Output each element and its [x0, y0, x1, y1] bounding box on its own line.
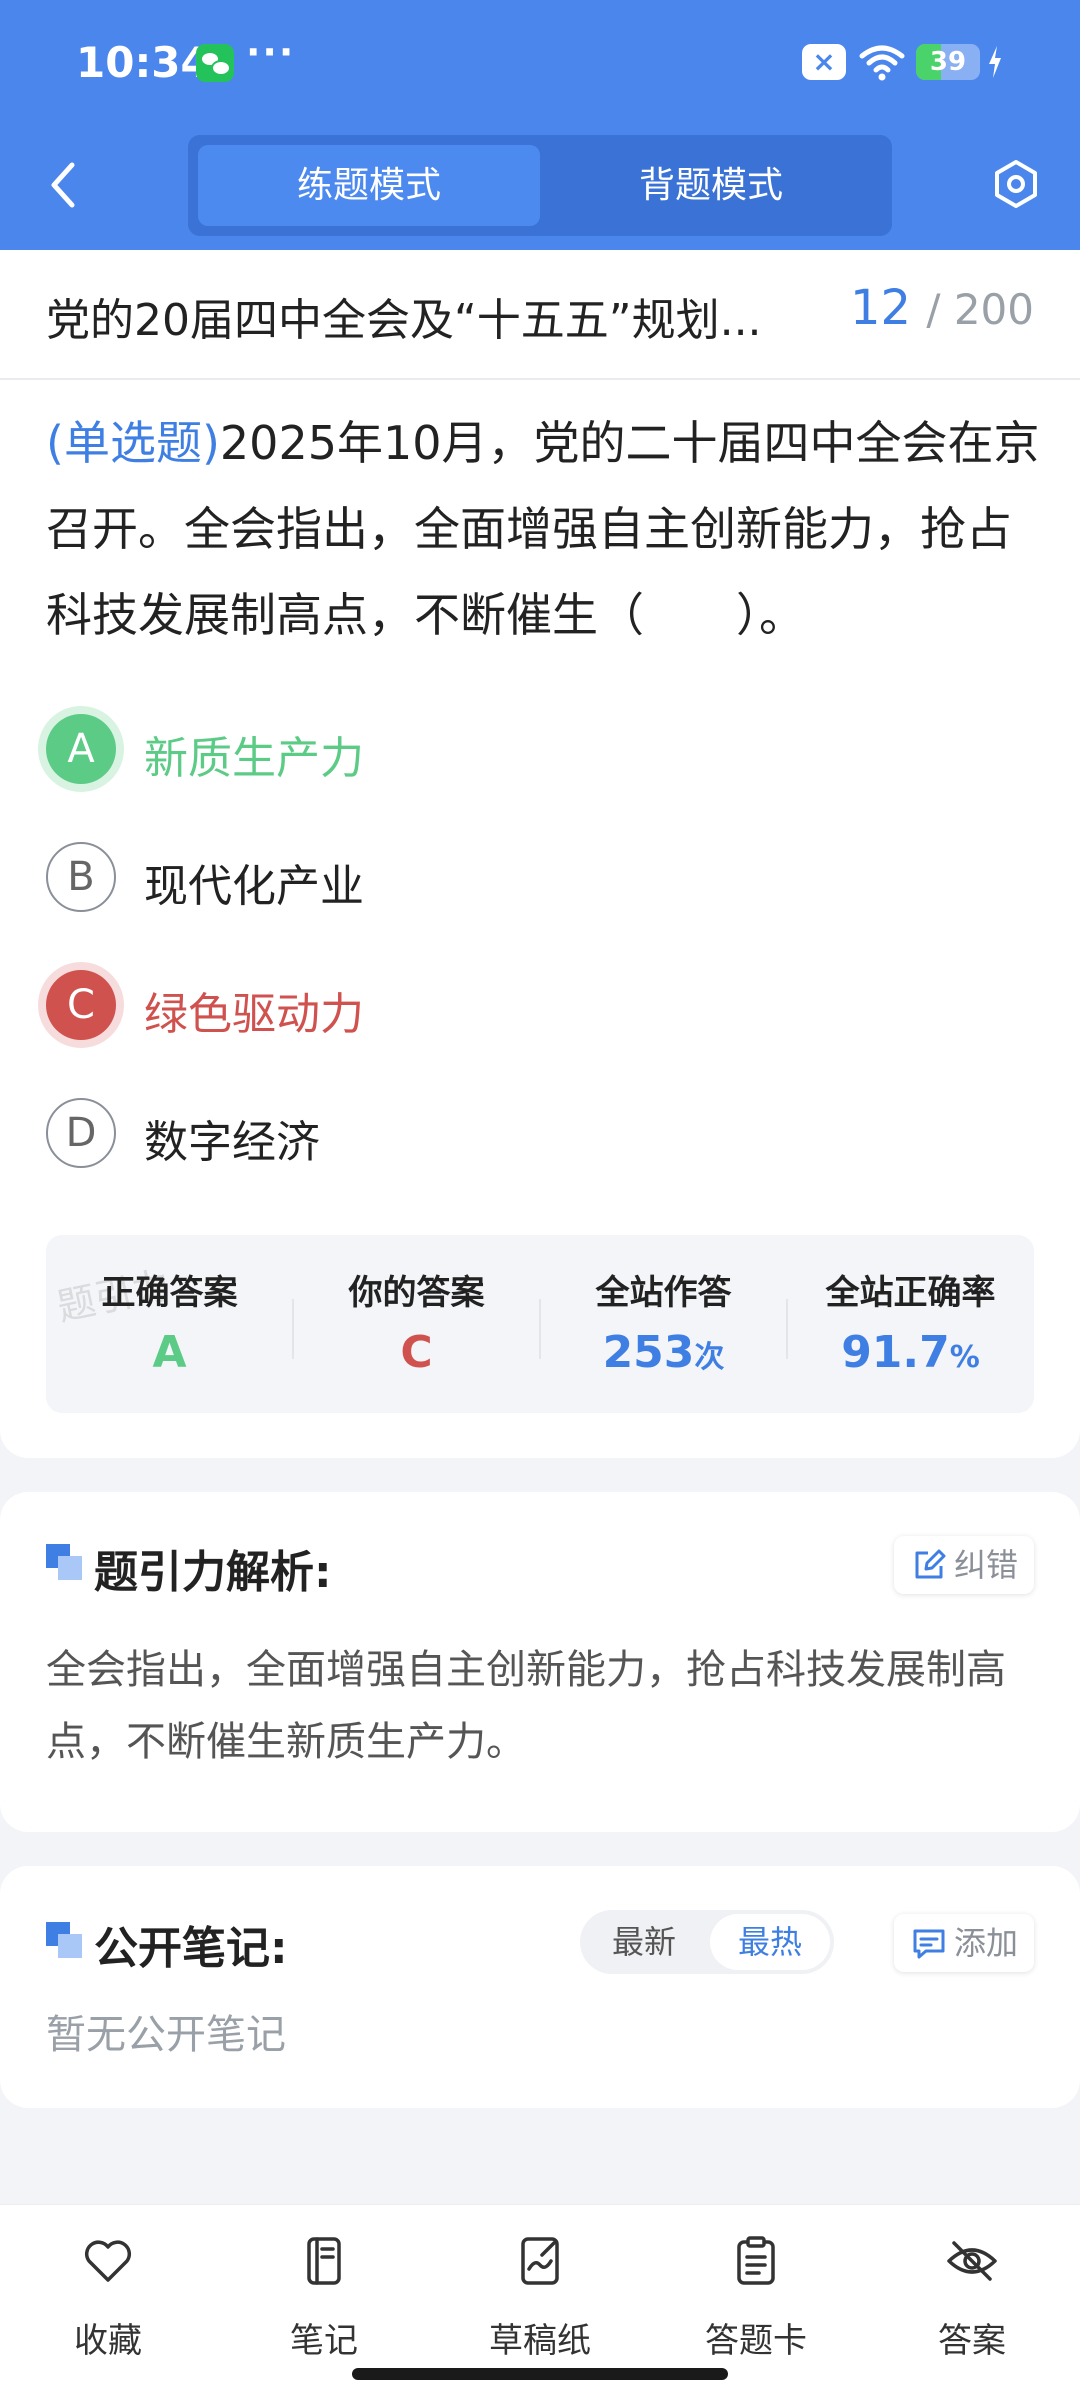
section-icon	[46, 1922, 82, 1958]
home-indicator[interactable]	[352, 2368, 728, 2380]
option-a[interactable]: A 新质生产力	[0, 694, 1080, 804]
stat-value: 253次	[540, 1327, 787, 1378]
nav-answer-sheet[interactable]: 答题卡	[648, 2225, 864, 2375]
option-c[interactable]: C 绿色驱动力	[0, 950, 1080, 1060]
analysis-text: 全会指出，全面增强自主创新能力，抢占科技发展制高点，不断催生新质生产力。	[46, 1647, 1006, 1765]
stat-site-accuracy: 全站正确率 91.7%	[787, 1235, 1034, 1413]
tab-practice-mode[interactable]: 练题模式	[198, 145, 540, 226]
question-type: (单选题)	[46, 416, 220, 470]
battery-level: 39	[929, 47, 967, 77]
option-text: 绿色驱动力	[144, 989, 364, 1040]
current-question-number: 12	[849, 280, 912, 336]
nav-draft[interactable]: 草稿纸	[432, 2225, 648, 2375]
status-time: 10:34	[76, 38, 210, 87]
option-letter: B	[46, 842, 116, 912]
stat-number: A	[152, 1327, 187, 1378]
stat-label: 全站正确率	[825, 1273, 996, 1313]
back-icon[interactable]	[40, 155, 88, 215]
notebook-icon	[307, 2237, 341, 2285]
nav-answer[interactable]: 答案	[864, 2225, 1080, 2375]
stat-value: A	[46, 1327, 293, 1378]
draft-icon	[521, 2237, 559, 2285]
option-text: 现代化产业	[144, 861, 364, 912]
option-letter: D	[46, 1098, 116, 1168]
add-note-label: 添加	[953, 1924, 1018, 1962]
nav-label: 答案	[938, 2321, 1006, 2361]
mode-switch: 练题模式 背题模式	[188, 135, 892, 236]
stat-site-answers: 全站作答 253次	[540, 1235, 787, 1413]
chapter-title: 党的20届四中全会及“十五五”规划...	[46, 295, 762, 346]
option-b[interactable]: B 现代化产业	[0, 822, 1080, 932]
option-text: 数字经济	[144, 1117, 320, 1168]
option-d[interactable]: D 数字经济	[0, 1078, 1080, 1188]
notes-title: 公开笔记:	[94, 1923, 288, 1974]
nav-label: 收藏	[74, 2321, 142, 2361]
total-questions: / 200	[926, 285, 1034, 334]
option-letter: A	[46, 714, 116, 784]
option-text: 新质生产力	[144, 733, 364, 784]
option-letter: C	[46, 970, 116, 1040]
header: 10:34 ··· × 39 练题模式 背题模式	[0, 0, 1080, 250]
notes-sort-switch: 最新 最热	[580, 1910, 834, 1974]
stat-value: 91.7%	[787, 1327, 1034, 1378]
nav-label: 笔记	[290, 2321, 358, 2361]
more-notifications-icon: ···	[246, 30, 296, 74]
report-error-button[interactable]: 纠错	[893, 1536, 1034, 1594]
clipboard-icon	[737, 2236, 775, 2285]
stat-unit: %	[949, 1340, 980, 1375]
stat-label: 正确答案	[101, 1273, 238, 1313]
stat-unit: 次	[694, 1340, 725, 1375]
notes-empty-text: 暂无公开笔记	[46, 2012, 286, 2058]
stat-number: C	[400, 1327, 433, 1378]
question-text: (单选题)2025年10月，党的二十届四中全会在京召开。全会指出，全面增强自主创…	[46, 400, 1046, 658]
nav-favorite[interactable]: 收藏	[0, 2225, 216, 2375]
settings-icon[interactable]	[990, 158, 1042, 210]
analysis-title: 题引力解析:	[94, 1547, 332, 1598]
notes-card: 公开笔记: 最新 最热 添加 暂无公开笔记	[0, 1866, 1080, 2108]
analysis-card: 题引力解析: 纠错 全会指出，全面增强自主创新能力，抢占科技发展制高点，不断催生…	[0, 1492, 1080, 1832]
tab-recite-mode[interactable]: 背题模式	[540, 145, 882, 226]
stat-your-answer: 你的答案 C	[293, 1235, 540, 1413]
charging-icon	[989, 46, 1001, 78]
question-card: 党的20届四中全会及“十五五”规划... 12 / 200 (单选题)2025年…	[0, 250, 1080, 1458]
nav-notes[interactable]: 笔记	[216, 2225, 432, 2375]
heart-icon	[84, 2240, 132, 2282]
comment-icon	[913, 1929, 945, 1959]
battery-icon: 39	[916, 44, 980, 80]
status-bar: 10:34 ··· × 39	[0, 0, 1080, 125]
stat-label: 你的答案	[348, 1273, 485, 1313]
stat-label: 全站作答	[595, 1273, 732, 1313]
edit-icon	[915, 1549, 946, 1579]
question-title-bar: 党的20届四中全会及“十五五”规划... 12 / 200	[0, 250, 1080, 380]
report-error-label: 纠错	[953, 1546, 1018, 1584]
x-badge-icon: ×	[802, 44, 846, 80]
wechat-icon	[196, 44, 234, 82]
nav-label: 草稿纸	[489, 2321, 591, 2361]
answer-stats: 题引力 正确答案 A 你的答案 C 全站作答 253次 全站正确率 91.7%	[46, 1235, 1034, 1413]
sort-latest[interactable]: 最新	[584, 1914, 704, 1970]
stat-number: 253	[602, 1327, 695, 1378]
add-note-button[interactable]: 添加	[893, 1914, 1034, 1972]
stat-value: C	[293, 1327, 540, 1378]
stat-correct-answer: 正确答案 A	[46, 1235, 293, 1413]
eye-off-icon	[947, 2241, 997, 2281]
wifi-icon	[859, 45, 905, 81]
nav-label: 答题卡	[705, 2321, 807, 2361]
question-counter[interactable]: 12 / 200	[850, 280, 1034, 336]
stat-number: 91.7	[841, 1327, 950, 1378]
sort-hottest[interactable]: 最热	[710, 1914, 830, 1970]
section-icon	[46, 1544, 82, 1580]
